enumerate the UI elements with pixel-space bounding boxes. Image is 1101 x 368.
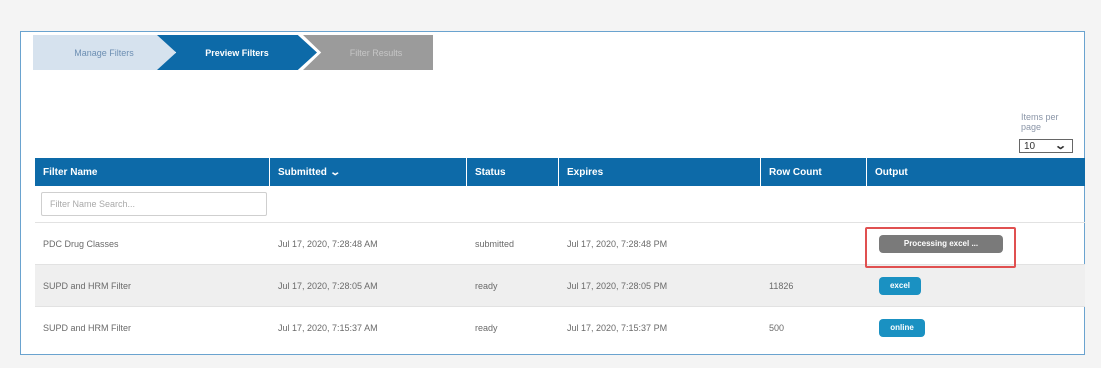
header-submitted-label: Submitted — [278, 166, 327, 178]
online-button[interactable]: online — [879, 318, 925, 337]
table-header: Filter Name Submitted ⌄ Status Expires R… — [35, 158, 1085, 186]
filter-name-search-input[interactable] — [41, 192, 267, 216]
step-label: Filter Results — [349, 47, 403, 58]
cell-expires: Jul 17, 2020, 7:15:37 PM — [567, 322, 668, 333]
cell-submitted: Jul 17, 2020, 7:15:37 AM — [278, 322, 378, 333]
items-per-page-value: 10 — [1024, 140, 1036, 152]
step-preview-filters[interactable]: Preview Filters — [157, 35, 317, 70]
chevron-down-icon: ⌄ — [1053, 140, 1067, 152]
step-filter-results[interactable]: Filter Results — [303, 35, 433, 70]
cell-row-count: 11826 — [769, 280, 794, 291]
cell-row-count: 500 — [769, 322, 785, 333]
cell-status: ready — [475, 280, 498, 291]
chevron-down-icon: ⌄ — [329, 166, 341, 178]
header-row-count[interactable]: Row Count — [761, 158, 867, 186]
table-row: SUPD and HRM Filter Jul 17, 2020, 7:15:3… — [35, 306, 1085, 348]
cell-output: Processing excel ... — [867, 223, 1085, 264]
filters-table: Filter Name Submitted ⌄ Status Expires R… — [35, 158, 1085, 348]
cell-filter-name: SUPD and HRM Filter — [43, 280, 132, 291]
processing-excel-button[interactable]: Processing excel ... — [879, 234, 1003, 253]
step-label: Manage Filters — [74, 47, 134, 58]
header-status[interactable]: Status — [467, 158, 559, 186]
search-row — [35, 186, 1085, 222]
items-per-page-label: Items per page — [1021, 112, 1059, 132]
filter-results-panel: Manage Filters Filter Results Preview Fi… — [20, 31, 1085, 355]
cell-expires: Jul 17, 2020, 7:28:05 PM — [567, 280, 668, 291]
cell-submitted: Jul 17, 2020, 7:28:48 AM — [278, 238, 378, 249]
cell-output: online — [867, 307, 1085, 348]
header-filter-name[interactable]: Filter Name — [35, 158, 270, 186]
items-per-page-select[interactable]: 10 ⌄ — [1019, 139, 1073, 153]
cell-filter-name: SUPD and HRM Filter — [43, 322, 132, 333]
cell-status: submitted — [475, 238, 515, 249]
wizard-steps: Manage Filters Filter Results Preview Fi… — [33, 35, 433, 70]
step-manage-filters[interactable]: Manage Filters — [33, 35, 175, 70]
cell-status: ready — [475, 322, 498, 333]
cell-row-count — [761, 223, 867, 264]
table-row: PDC Drug Classes Jul 17, 2020, 7:28:48 A… — [35, 222, 1085, 264]
cell-filter-name: PDC Drug Classes — [43, 238, 119, 249]
step-label: Preview Filters — [205, 47, 269, 58]
cell-expires: Jul 17, 2020, 7:28:48 PM — [567, 238, 668, 249]
cell-output: excel — [867, 265, 1085, 306]
header-output: Output — [875, 166, 908, 178]
header-expires[interactable]: Expires — [559, 158, 761, 186]
table-row: SUPD and HRM Filter Jul 17, 2020, 7:28:0… — [35, 264, 1085, 306]
header-submitted[interactable]: Submitted ⌄ — [270, 158, 467, 186]
cell-submitted: Jul 17, 2020, 7:28:05 AM — [278, 280, 378, 291]
excel-button[interactable]: excel — [879, 276, 921, 295]
